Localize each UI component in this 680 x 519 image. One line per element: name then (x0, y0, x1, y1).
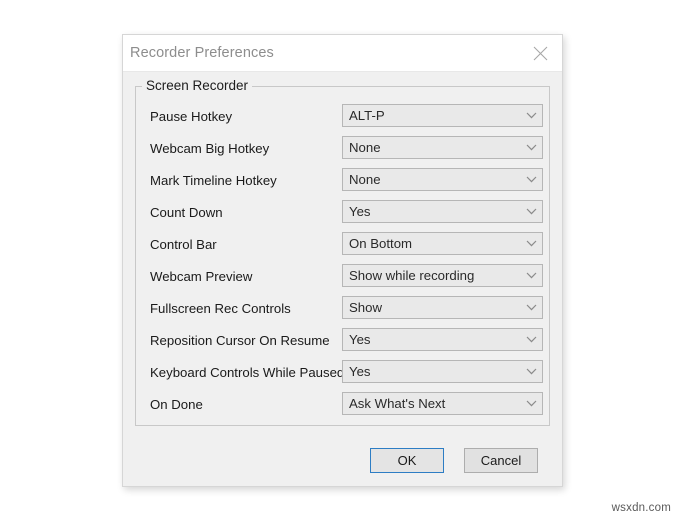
chevron-down-icon (520, 336, 542, 343)
settings-rows: Pause Hotkey ALT-P Webcam Big Hotkey Non… (136, 101, 549, 421)
chevron-down-icon (520, 112, 542, 119)
combo-value: Yes (343, 332, 520, 347)
combo-value: Yes (343, 204, 520, 219)
setting-label: Control Bar (150, 229, 217, 261)
setting-label: Fullscreen Rec Controls (150, 293, 291, 325)
setting-row-pause-hotkey: Pause Hotkey ALT-P (136, 101, 549, 133)
chevron-down-icon (520, 176, 542, 183)
combo-reposition-cursor-on-resume[interactable]: Yes (342, 328, 543, 351)
close-icon[interactable] (518, 35, 562, 71)
chevron-down-icon (520, 368, 542, 375)
combo-count-down[interactable]: Yes (342, 200, 543, 223)
combo-keyboard-controls-while-paused[interactable]: Yes (342, 360, 543, 383)
setting-row-webcam-preview: Webcam Preview Show while recording (136, 261, 549, 293)
combo-pause-hotkey[interactable]: ALT-P (342, 104, 543, 127)
chevron-down-icon (520, 240, 542, 247)
setting-row-reposition-cursor-on-resume: Reposition Cursor On Resume Yes (136, 325, 549, 357)
recorder-preferences-dialog: Recorder Preferences Screen Recorder Pau… (122, 34, 563, 487)
setting-row-control-bar: Control Bar On Bottom (136, 229, 549, 261)
groupbox-legend: Screen Recorder (142, 78, 252, 93)
combo-value: ALT-P (343, 108, 520, 123)
combo-value: Yes (343, 364, 520, 379)
combo-mark-timeline-hotkey[interactable]: None (342, 168, 543, 191)
setting-label: On Done (150, 389, 203, 421)
combo-value: None (343, 140, 520, 155)
setting-row-on-done: On Done Ask What's Next (136, 389, 549, 421)
dialog-footer: OK Cancel (123, 448, 562, 473)
screen-recorder-groupbox: Screen Recorder Pause Hotkey ALT-P Webca… (135, 86, 550, 426)
setting-label: Webcam Preview (150, 261, 252, 293)
setting-row-count-down: Count Down Yes (136, 197, 549, 229)
combo-fullscreen-rec-controls[interactable]: Show (342, 296, 543, 319)
combo-webcam-preview[interactable]: Show while recording (342, 264, 543, 287)
setting-label: Count Down (150, 197, 223, 229)
setting-row-webcam-big-hotkey: Webcam Big Hotkey None (136, 133, 549, 165)
cancel-button[interactable]: Cancel (464, 448, 538, 473)
chevron-down-icon (520, 272, 542, 279)
chevron-down-icon (520, 144, 542, 151)
chevron-down-icon (520, 208, 542, 215)
setting-row-fullscreen-rec-controls: Fullscreen Rec Controls Show (136, 293, 549, 325)
watermark: wsxdn.com (612, 502, 671, 514)
setting-label: Reposition Cursor On Resume (150, 325, 330, 357)
ok-button[interactable]: OK (370, 448, 444, 473)
setting-label: Pause Hotkey (150, 101, 232, 133)
setting-label: Keyboard Controls While Paused (150, 357, 344, 389)
combo-control-bar[interactable]: On Bottom (342, 232, 543, 255)
combo-on-done[interactable]: Ask What's Next (342, 392, 543, 415)
combo-value: Show while recording (343, 268, 520, 283)
combo-value: None (343, 172, 520, 187)
combo-value: On Bottom (343, 236, 520, 251)
setting-label: Mark Timeline Hotkey (150, 165, 277, 197)
setting-row-mark-timeline-hotkey: Mark Timeline Hotkey None (136, 165, 549, 197)
combo-value: Show (343, 300, 520, 315)
combo-webcam-big-hotkey[interactable]: None (342, 136, 543, 159)
chevron-down-icon (520, 400, 542, 407)
dialog-title: Recorder Preferences (123, 45, 274, 61)
setting-row-keyboard-controls-while-paused: Keyboard Controls While Paused Yes (136, 357, 549, 389)
chevron-down-icon (520, 304, 542, 311)
combo-value: Ask What's Next (343, 396, 520, 411)
setting-label: Webcam Big Hotkey (150, 133, 269, 165)
dialog-titlebar: Recorder Preferences (123, 35, 562, 72)
